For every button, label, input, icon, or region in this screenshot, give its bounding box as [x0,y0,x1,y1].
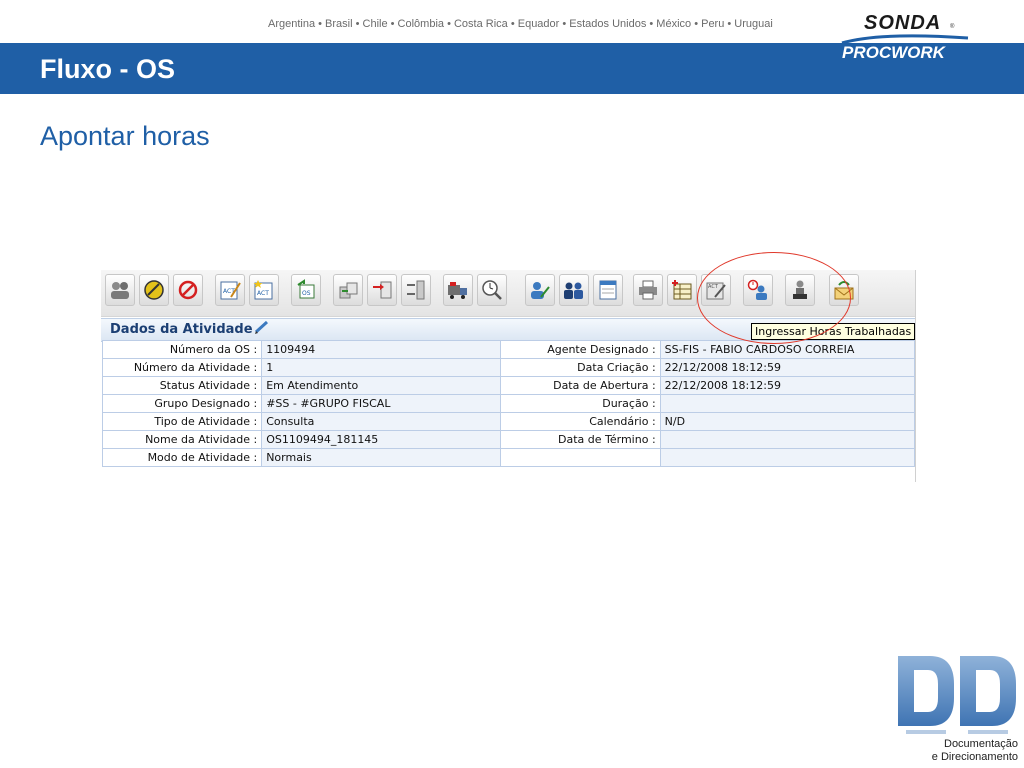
group-button[interactable] [559,274,589,306]
transfer-icon [339,282,358,299]
user-edit-button[interactable] [525,274,555,306]
svg-text:ACT: ACT [257,290,269,297]
time-search-button[interactable] [477,274,507,306]
clock-search-icon [482,280,502,300]
group-users-icon [111,282,129,299]
os-return-icon: OS [297,279,315,299]
forward-icon [373,281,392,299]
delivery-button[interactable] [443,274,473,306]
cancel-icon [178,280,198,300]
calendar-icon [599,280,617,300]
highlight-circle [697,252,851,344]
swap-button[interactable] [401,274,431,306]
calendar-button[interactable] [593,274,623,306]
countries-list: Argentina • Brasil • Chile • Colômbia • … [268,18,773,30]
group-icon [564,282,583,299]
table-row: Número da OS : 1109494 Agente Designado … [101,340,916,359]
table-row: Nome da Atividade : OS1109494_181145 Dat… [101,430,916,449]
edit-pencil-icon[interactable] [253,319,271,335]
table-row: Status Atividade : Em Atendimento Data d… [101,376,916,395]
table-row: Grupo Designado : #SS - #GRUPO FISCAL Du… [101,394,916,413]
print-button[interactable] [633,274,663,306]
table-row: Tipo de Atividade : Consulta Calendário … [101,412,916,431]
act-edit-button[interactable]: ACT [215,274,245,306]
svg-text:OS: OS [302,290,311,297]
forward-button[interactable] [367,274,397,306]
act-new-button[interactable]: ACT [249,274,279,306]
slide-subtitle: Apontar horas [40,121,210,151]
cancel-button[interactable] [173,274,203,306]
activity-data-table: Número da OS : 1109494 Agente Designado … [101,340,916,467]
printer-icon [639,280,657,300]
swap-icon [407,280,425,300]
suspend-button[interactable] [139,274,169,306]
title-bar: Fluxo - OS PROCWORK [0,43,1024,94]
dd-logo [898,656,1016,734]
spreadsheet-add-icon [672,280,692,300]
section-title: Dados da Atividade [110,322,253,337]
truck-icon [448,282,467,299]
table-row: Número da Atividade : 1 Data Criação : 2… [101,358,916,377]
spreadsheet-add-button[interactable] [667,274,697,306]
user-edit-icon [531,282,550,299]
act-edit-icon: ACT [220,281,241,300]
group-users-button[interactable] [105,274,135,306]
transfer-button[interactable] [333,274,363,306]
footer-caption: Documentação e Direcionamento [931,738,1018,763]
yellow-stop-icon [144,280,164,300]
page-title: Fluxo - OS [40,54,175,84]
os-return-button[interactable]: OS [291,274,321,306]
logo-procwork-text: PROCWORK [842,43,945,62]
act-new-icon: ACT [253,280,273,300]
table-row: Modo de Atividade : Normais [101,448,916,467]
